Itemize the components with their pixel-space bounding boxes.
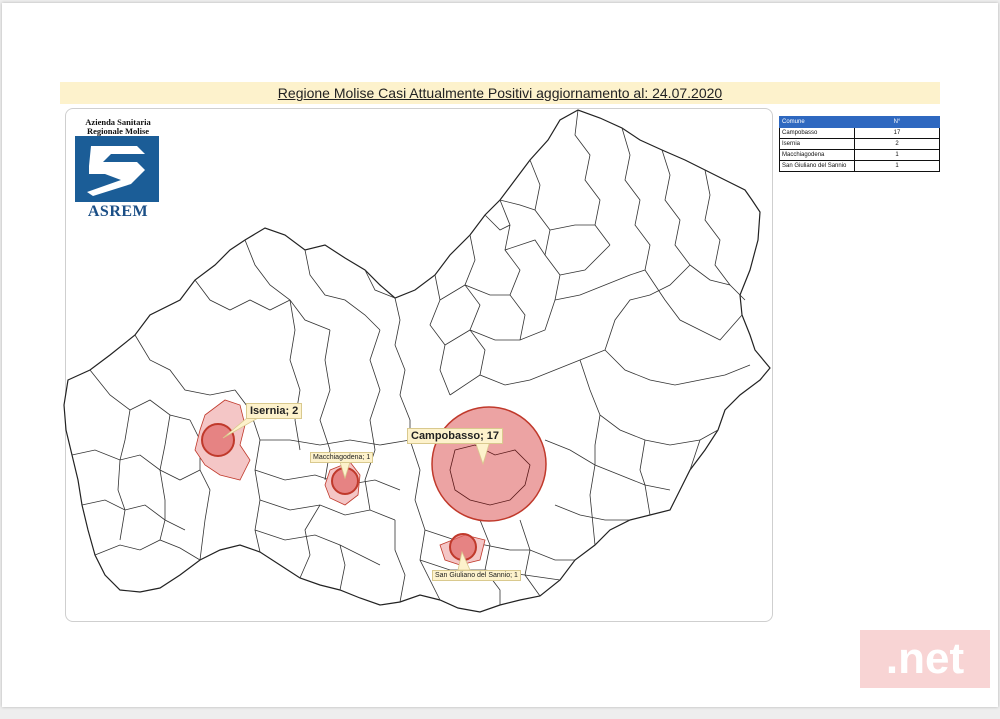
table-row: Isernia 2 <box>779 138 940 150</box>
isernia-bubble[interactable] <box>201 423 235 457</box>
logo-line-2: Regionale Molise <box>86 126 150 136</box>
region-outline <box>63 109 771 613</box>
table-row: Macchiagodena 1 <box>779 149 940 161</box>
header-comune: Comune <box>779 116 855 128</box>
cases-table: Comune N° Campobasso 17 Isernia 2 Macchi… <box>779 116 940 172</box>
molise-map <box>63 109 771 613</box>
table-row: Campobasso 17 <box>779 127 940 139</box>
cell-count: 2 <box>854 138 940 150</box>
header-count: N° <box>854 116 940 128</box>
campobasso-label: Campobasso; 17 <box>407 428 504 444</box>
logo-brand: ASREM <box>87 203 149 220</box>
logo-mark-icon <box>75 136 159 202</box>
region-shape <box>63 109 771 613</box>
asrem-logo: Azienda Sanitaria Regionale Molise ASREM <box>72 117 164 221</box>
san-giuliano-label: San Giuliano del Sannio; 1 <box>432 570 521 581</box>
watermark: .net <box>860 630 990 688</box>
cell-comune: Campobasso <box>779 127 855 139</box>
macchiagodena-label: Macchiagodena; 1 <box>310 452 374 463</box>
cell-count: 1 <box>854 149 940 161</box>
cell-comune: San Giuliano del Sannio <box>779 160 855 172</box>
cell-comune: Macchiagodena <box>779 149 855 161</box>
cell-comune: Isernia <box>779 138 855 150</box>
cell-count: 1 <box>854 160 940 172</box>
isernia-label: Isernia; 2 <box>246 403 303 419</box>
cell-count: 17 <box>854 127 940 139</box>
table-header-row: Comune N° <box>779 116 940 128</box>
table-row: San Giuliano del Sannio 1 <box>779 160 940 172</box>
